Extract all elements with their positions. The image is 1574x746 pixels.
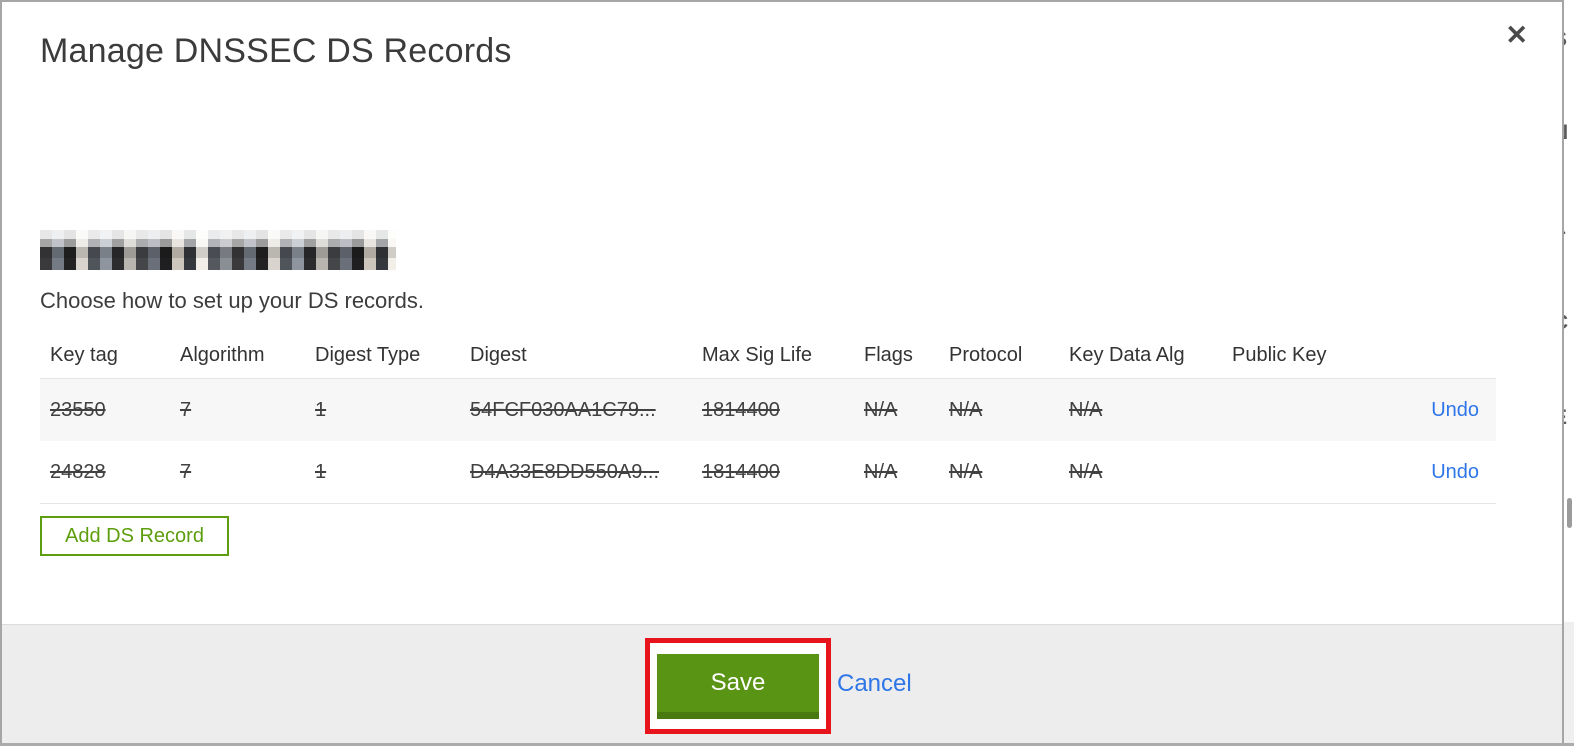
- column-header-flags: Flags: [864, 343, 913, 366]
- protocol-value: N/A: [949, 398, 983, 421]
- algorithm-value: 7: [180, 398, 192, 421]
- manage-dnssec-modal: Manage DNSSEC DS Records ✕ Choose how to…: [0, 0, 1564, 746]
- column-header-protocol: Protocol: [949, 343, 1023, 366]
- key-tag-value: 23550: [50, 398, 106, 421]
- background-scrollbar-thumb[interactable]: [1567, 498, 1572, 528]
- close-icon[interactable]: ✕: [1505, 22, 1528, 49]
- digest-type-value: 1: [315, 460, 327, 483]
- max-sig-life-value: 1814400: [702, 398, 780, 421]
- background-letter-fragment: E: [1564, 406, 1567, 430]
- column-header-algorithm: Algorithm: [180, 343, 265, 366]
- redacted-domain-name: [40, 230, 396, 270]
- column-header-digest-type: Digest Type: [315, 343, 421, 366]
- cancel-link[interactable]: Cancel: [837, 670, 912, 698]
- ds-records-table: Key tag Algorithm Digest Type Digest Max…: [40, 332, 1496, 504]
- background-letter-fragment: N: [1564, 121, 1568, 145]
- subtitle-text: Choose how to set up your DS records.: [40, 288, 424, 313]
- key-data-alg-value: N/A: [1069, 398, 1103, 421]
- background-letter-fragment: S: [1564, 28, 1567, 52]
- column-header-key-data-alg: Key Data Alg: [1069, 343, 1185, 366]
- background-page-strip: S o N o L o C o E o: [1564, 0, 1574, 746]
- flags-value: N/A: [864, 460, 898, 483]
- digest-type-value: 1: [315, 398, 327, 421]
- column-header-public-key: Public Key: [1232, 343, 1327, 366]
- protocol-value: N/A: [949, 460, 983, 483]
- digest-value: D4A33E8DD550A9...: [470, 460, 660, 483]
- column-header-digest: Digest: [470, 343, 527, 366]
- red-annotation-rectangle: Save: [645, 638, 831, 734]
- add-ds-record-button[interactable]: Add DS Record: [40, 516, 229, 556]
- key-data-alg-value: N/A: [1069, 460, 1103, 483]
- background-letter-fragment: C: [1564, 311, 1568, 335]
- table-row: 23550 7 1 54FCF030AA1C79... 1814400 N/A …: [40, 379, 1496, 441]
- table-body: 23550 7 1 54FCF030AA1C79... 1814400 N/A …: [40, 378, 1496, 504]
- background-footer-area: [1564, 622, 1574, 746]
- max-sig-life-value: 1814400: [702, 460, 780, 483]
- key-tag-value: 24828: [50, 460, 106, 483]
- table-row: 24828 7 1 D4A33E8DD550A9... 1814400 N/A …: [40, 441, 1496, 503]
- screenshot-page: S o N o L o C o E o Manage DNSSEC DS Rec…: [0, 0, 1574, 746]
- save-button[interactable]: Save: [657, 653, 819, 719]
- page-title: Manage DNSSEC DS Records: [40, 32, 512, 70]
- algorithm-value: 7: [180, 460, 192, 483]
- digest-value: 54FCF030AA1C79...: [470, 398, 656, 421]
- background-letter-fragment: L: [1564, 216, 1566, 240]
- column-header-max-sig-life: Max Sig Life: [702, 343, 813, 366]
- undo-link[interactable]: Undo: [1431, 399, 1479, 421]
- column-header-key-tag: Key tag: [50, 343, 118, 366]
- table-header-row: Key tag Algorithm Digest Type Digest Max…: [40, 332, 1496, 378]
- undo-link[interactable]: Undo: [1431, 461, 1479, 483]
- modal-footer: Save Cancel: [2, 624, 1562, 744]
- flags-value: N/A: [864, 398, 898, 421]
